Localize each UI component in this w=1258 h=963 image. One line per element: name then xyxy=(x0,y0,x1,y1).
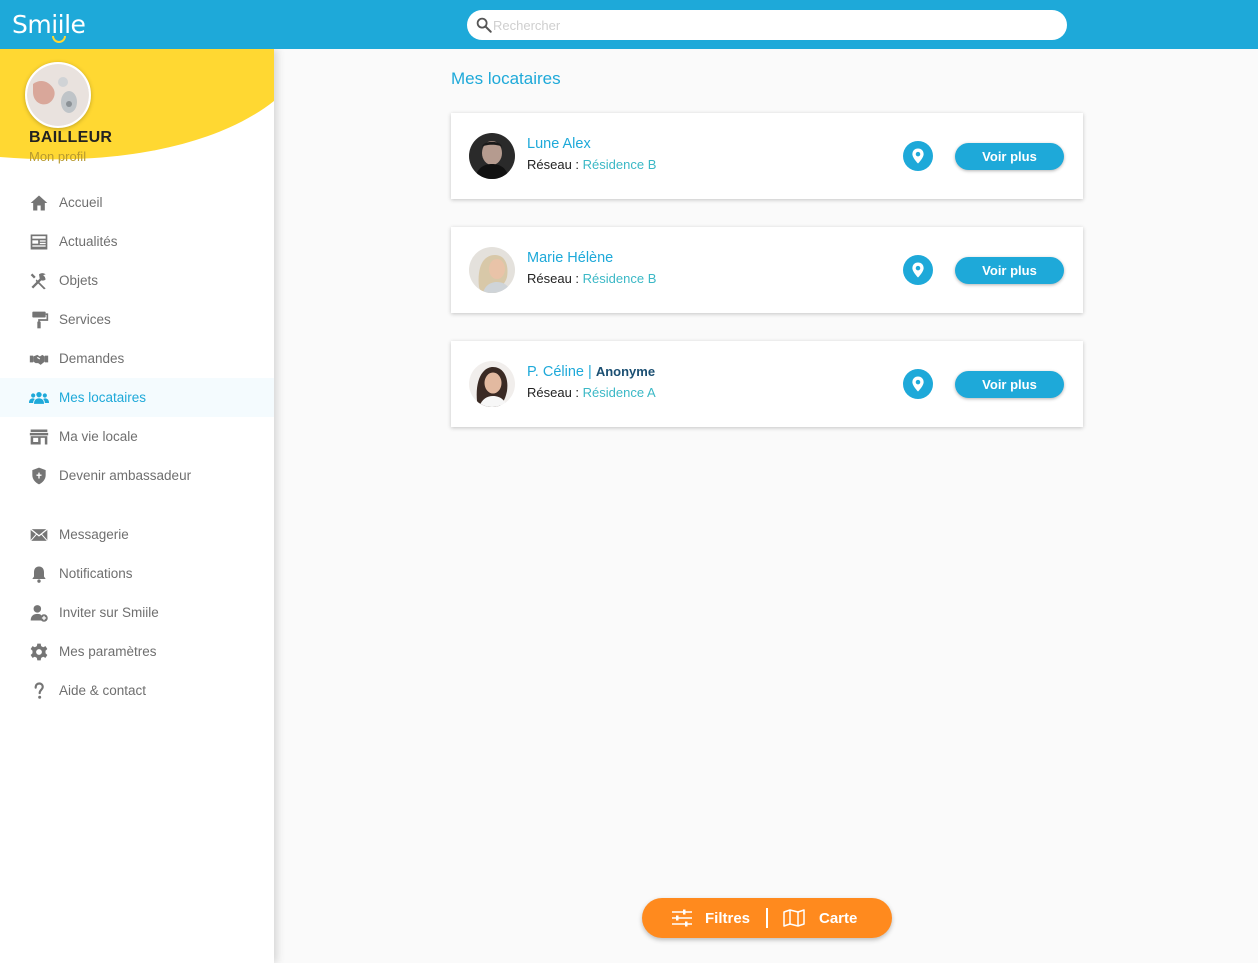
map-label: Carte xyxy=(819,909,858,927)
voir-plus-button[interactable]: Voir plus xyxy=(955,257,1064,284)
help-icon xyxy=(34,681,44,699)
tenant-network: Réseau : Résidence B xyxy=(527,157,656,172)
sidebar: BAILLEUR Mon profil Accueil Actualités O… xyxy=(0,49,274,963)
page-title: Mes locataires xyxy=(451,69,561,88)
sidebar-item-devenir-ambassadeur[interactable]: Devenir ambassadeur xyxy=(0,456,274,495)
add-user-icon xyxy=(30,604,48,622)
sidebar-item-services[interactable]: Services xyxy=(0,300,274,339)
map-button[interactable]: Carte xyxy=(768,898,857,938)
news-icon xyxy=(30,234,48,249)
profile-role: BAILLEUR xyxy=(29,129,113,146)
network-value[interactable]: Résidence A xyxy=(583,385,656,400)
voir-plus-button[interactable]: Voir plus xyxy=(955,371,1064,398)
tenant-name-text: P. Céline xyxy=(527,364,584,380)
sidebar-item-objets[interactable]: Objets xyxy=(0,261,274,300)
sidebar-item-actualites[interactable]: Actualités xyxy=(0,222,274,261)
sidebar-item-label: Messagerie xyxy=(59,527,129,542)
location-pin-button[interactable] xyxy=(903,141,933,171)
voir-plus-button[interactable]: Voir plus xyxy=(955,143,1064,170)
tenant-photo xyxy=(469,247,515,293)
network-value[interactable]: Résidence B xyxy=(583,157,657,172)
location-pin-icon xyxy=(912,148,924,164)
sidebar-item-demandes[interactable]: Demandes xyxy=(0,339,274,378)
my-profile-link[interactable]: Mon profil xyxy=(29,149,86,164)
home-icon xyxy=(30,195,48,210)
tools-icon xyxy=(30,272,46,289)
tenant-name[interactable]: Marie Hélène xyxy=(527,250,613,266)
sidebar-item-label: Devenir ambassadeur xyxy=(59,468,192,483)
tenant-photo xyxy=(469,361,515,407)
location-pin-icon xyxy=(912,376,924,392)
sidebar-item-label: Notifications xyxy=(59,566,133,581)
logo-text: Smiile xyxy=(12,10,86,39)
tenant-avatar[interactable] xyxy=(469,133,515,179)
network-label: Réseau : xyxy=(527,157,583,172)
sidebar-item-label: Mes locataires xyxy=(59,390,147,405)
anonymous-badge: Anonyme xyxy=(595,364,656,379)
tenant-name[interactable]: P. Céline | Anonyme xyxy=(527,364,655,380)
tenant-card: Marie Hélène Réseau : Résidence B Voir p… xyxy=(451,227,1083,313)
gear-icon xyxy=(30,643,48,660)
network-value[interactable]: Résidence B xyxy=(583,271,657,286)
sidebar-item-ma-vie-locale[interactable]: Ma vie locale xyxy=(0,417,274,456)
sidebar-item-label: Aide & contact xyxy=(59,683,147,698)
tenant-card: P. Céline | Anonyme Réseau : Résidence A… xyxy=(451,341,1083,427)
search-icon xyxy=(476,17,492,33)
network-label: Réseau : xyxy=(527,271,583,286)
avatar-image xyxy=(27,64,89,126)
tenant-name-text: Marie Hélène xyxy=(527,250,614,266)
mail-icon xyxy=(30,528,48,541)
sidebar-item-messagerie[interactable]: Messagerie xyxy=(0,515,274,554)
name-separator: | xyxy=(588,364,592,380)
sidebar-item-label: Objets xyxy=(59,273,99,288)
sidebar-item-notifications[interactable]: Notifications xyxy=(0,554,274,593)
sidebar-item-label: Demandes xyxy=(59,351,125,366)
tenant-name-text: Lune Alex xyxy=(527,136,591,152)
tenant-name[interactable]: Lune Alex xyxy=(527,136,591,152)
sidebar-item-label: Actualités xyxy=(59,234,118,249)
sidebar-item-accueil[interactable]: Accueil xyxy=(0,183,274,222)
tenant-network: Réseau : Résidence B xyxy=(527,271,656,286)
sidebar-nav: Accueil Actualités Objets Services Deman… xyxy=(0,183,274,710)
sidebar-item-label: Inviter sur Smiile xyxy=(59,605,159,620)
location-pin-icon xyxy=(912,262,924,278)
bell-icon xyxy=(32,566,46,583)
sidebar-item-mes-locataires[interactable]: Mes locataires xyxy=(0,378,274,417)
smiile-logo[interactable]: Smiile xyxy=(12,8,86,43)
profile-avatar[interactable] xyxy=(25,62,91,128)
handshake-icon xyxy=(29,354,49,365)
sidebar-item-aide[interactable]: Aide & contact xyxy=(0,671,274,710)
filters-button[interactable]: Filtres xyxy=(642,898,766,938)
top-bar: Smiile xyxy=(0,0,1258,49)
map-icon xyxy=(783,909,805,927)
tenant-avatar[interactable] xyxy=(469,361,515,407)
search-input[interactable] xyxy=(493,17,1053,33)
search-bar[interactable] xyxy=(467,10,1067,40)
sidebar-item-label: Accueil xyxy=(59,195,103,210)
tenant-network: Réseau : Résidence A xyxy=(527,385,656,400)
sidebar-item-inviter[interactable]: Inviter sur Smiile xyxy=(0,593,274,632)
group-icon xyxy=(29,391,49,404)
tenant-photo xyxy=(469,133,515,179)
sidebar-item-parametres[interactable]: Mes paramètres xyxy=(0,632,274,671)
store-icon xyxy=(29,429,49,444)
filter-map-bar: Filtres Carte xyxy=(642,898,892,938)
location-pin-button[interactable] xyxy=(903,369,933,399)
sidebar-item-label: Ma vie locale xyxy=(59,429,138,444)
location-pin-button[interactable] xyxy=(903,255,933,285)
filters-label: Filtres xyxy=(705,909,751,927)
shield-icon xyxy=(32,467,46,484)
sliders-icon xyxy=(672,909,692,927)
paint-roller-icon xyxy=(32,311,49,328)
sidebar-item-label: Services xyxy=(59,312,111,327)
network-label: Réseau : xyxy=(527,385,583,400)
tenant-card: Lune Alex Réseau : Résidence B Voir plus xyxy=(451,113,1083,199)
tenant-avatar[interactable] xyxy=(469,247,515,293)
sidebar-item-label: Mes paramètres xyxy=(59,644,157,659)
